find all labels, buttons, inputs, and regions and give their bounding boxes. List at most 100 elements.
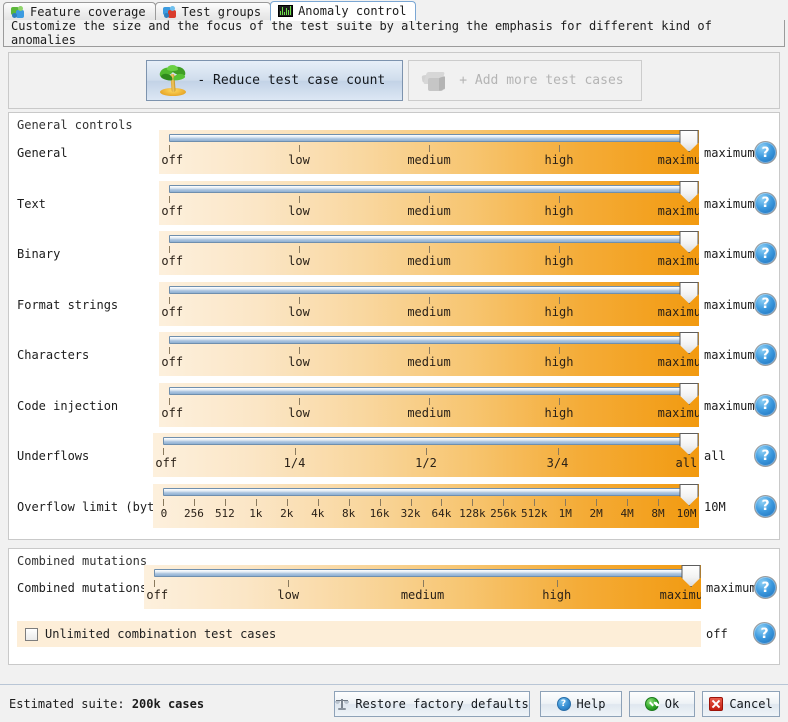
slider-track[interactable] — [163, 488, 689, 496]
slider-row: Textofflowmediumhighmaximummaximum? — [9, 181, 781, 225]
puzzle-green-icon — [11, 6, 25, 19]
slider-text[interactable]: offlowmediumhighmaximum — [159, 181, 699, 225]
slider-track[interactable] — [169, 235, 689, 243]
help-icon: ? — [557, 697, 571, 711]
combined-mutations-panel: Combined mutations Combined mutationsoff… — [8, 548, 780, 665]
restore-factory-defaults-button[interactable]: Restore factory defaults — [334, 691, 530, 717]
slider-row-label: Combined mutations — [17, 581, 147, 595]
tick-label: low — [288, 204, 310, 218]
slider-track[interactable] — [169, 286, 689, 294]
help-button[interactable]: ? Help — [540, 691, 622, 717]
slider-track[interactable] — [169, 336, 689, 344]
tick-label: off — [146, 588, 168, 602]
help-icon[interactable]: ? — [754, 192, 777, 215]
slider-general[interactable]: offlowmediumhighmaximum — [159, 130, 699, 174]
estimated-suite-status: Estimated suite: 200k cases — [9, 697, 204, 711]
button-label: Cancel — [729, 697, 772, 711]
tick-label: medium — [407, 305, 450, 319]
slider-row-label: Text — [17, 197, 46, 211]
reduce-test-case-count-button[interactable]: - Reduce test case count — [146, 60, 403, 101]
slider-value: maximum — [704, 247, 755, 261]
tick-label: 2k — [280, 507, 293, 520]
tick-label: 10M — [677, 507, 697, 520]
tick-label: 4k — [311, 507, 324, 520]
help-icon[interactable]: ? — [754, 576, 777, 599]
slider-track[interactable] — [154, 569, 691, 577]
mode-button-bar: - Reduce test case count + Add more test… — [8, 52, 780, 109]
help-icon[interactable]: ? — [754, 141, 777, 164]
help-icon[interactable]: ? — [754, 293, 777, 316]
tick-label: 16k — [370, 507, 390, 520]
slider-value: maximum — [704, 298, 755, 312]
slider-underflows[interactable]: off1/41/23/4all — [153, 433, 699, 477]
tick-label: high — [545, 204, 574, 218]
unlimited-combination-value: off — [706, 627, 728, 641]
tick-label: 1k — [249, 507, 262, 520]
bottom-bar: Estimated suite: 200k cases Restore fact… — [0, 684, 788, 722]
slider-overflow-limit-bytes[interactable]: 02565121k2k4k8k16k32k64k128k256k512k1M2M… — [153, 484, 699, 528]
slider-track[interactable] — [163, 437, 689, 445]
cancel-button[interactable]: Cancel — [702, 691, 780, 717]
tick-label: 1M — [559, 507, 572, 520]
slider-value: maximum — [704, 348, 755, 362]
slider-value: maximum — [704, 146, 755, 160]
tick-label: off — [161, 406, 183, 420]
tab-label: Feature coverage — [30, 5, 146, 19]
slider-ticks — [153, 499, 699, 507]
help-icon[interactable]: ? — [754, 343, 777, 366]
tick-label: off — [161, 305, 183, 319]
slider-row-label: Code injection — [17, 399, 118, 413]
slider-format-strings[interactable]: offlowmediumhighmaximum — [159, 282, 699, 326]
slider-code-injection[interactable]: offlowmediumhighmaximum — [159, 383, 699, 427]
tab-anomaly-control[interactable]: Anomaly control — [270, 1, 416, 21]
tick-label: medium — [401, 588, 444, 602]
slider-row-label: Format strings — [17, 298, 118, 312]
tick-label: 2M — [590, 507, 603, 520]
tick-label: off — [161, 355, 183, 369]
ok-button[interactable]: Ok — [629, 691, 695, 717]
ok-check-icon — [645, 697, 659, 711]
tick-label: maximum — [658, 204, 699, 218]
help-icon[interactable]: ? — [754, 242, 777, 265]
slider-row-label: Underflows — [17, 449, 89, 463]
help-icon[interactable]: ? — [754, 495, 777, 518]
add-more-test-cases-button[interactable]: + Add more test cases — [408, 60, 641, 101]
slider-tick-labels: offlowmediumhighmaximum — [159, 355, 699, 372]
mode-button-label: + Add more test cases — [459, 73, 623, 88]
slider-characters[interactable]: offlowmediumhighmaximum — [159, 332, 699, 376]
help-icon[interactable]: ? — [753, 622, 776, 645]
slider-tick-labels: offlowmediumhighmaximum — [159, 254, 699, 271]
slider-row-label: General — [17, 146, 68, 160]
tick-label: 256 — [184, 507, 204, 520]
tick-label: high — [545, 305, 574, 319]
equalizer-icon — [278, 5, 293, 17]
tick-label: 8M — [651, 507, 664, 520]
tick-label: medium — [407, 204, 450, 218]
slider-row: Format stringsofflowmediumhighmaximummax… — [9, 282, 781, 326]
unlimited-combination-checkbox[interactable] — [25, 628, 38, 641]
slider-binary[interactable]: offlowmediumhighmaximum — [159, 231, 699, 275]
slider-track[interactable] — [169, 387, 689, 395]
slider-combined-mutations[interactable]: offlowmediumhighmaximum — [144, 565, 701, 609]
tick-label: high — [545, 406, 574, 420]
slider-row: Code injectionofflowmediumhighmaximummax… — [9, 383, 781, 427]
general-controls-panel: General controls Generalofflowmediumhigh… — [8, 112, 780, 540]
unlimited-combination-checkbox-row[interactable]: Unlimited combination test cases — [17, 621, 701, 647]
help-icon[interactable]: ? — [754, 394, 777, 417]
tick-label: off — [161, 254, 183, 268]
slider-ticks — [159, 196, 699, 204]
slider-track[interactable] — [169, 134, 689, 142]
tick-label: 128k — [459, 507, 486, 520]
button-label: Restore factory defaults — [355, 697, 528, 711]
tick-label: maximum — [658, 153, 699, 167]
puzzle-blue-icon — [163, 6, 177, 19]
slider-track[interactable] — [169, 185, 689, 193]
tick-label: 512 — [215, 507, 235, 520]
anomaly-control-window: Feature coverage Test groups Anomaly con… — [0, 0, 788, 722]
slider-row: Generalofflowmediumhighmaximummaximum? — [9, 130, 781, 174]
slider-value: all — [704, 449, 726, 463]
help-icon[interactable]: ? — [754, 444, 777, 467]
slider-ticks — [144, 580, 701, 588]
tick-label: low — [277, 588, 299, 602]
tick-label: medium — [407, 254, 450, 268]
